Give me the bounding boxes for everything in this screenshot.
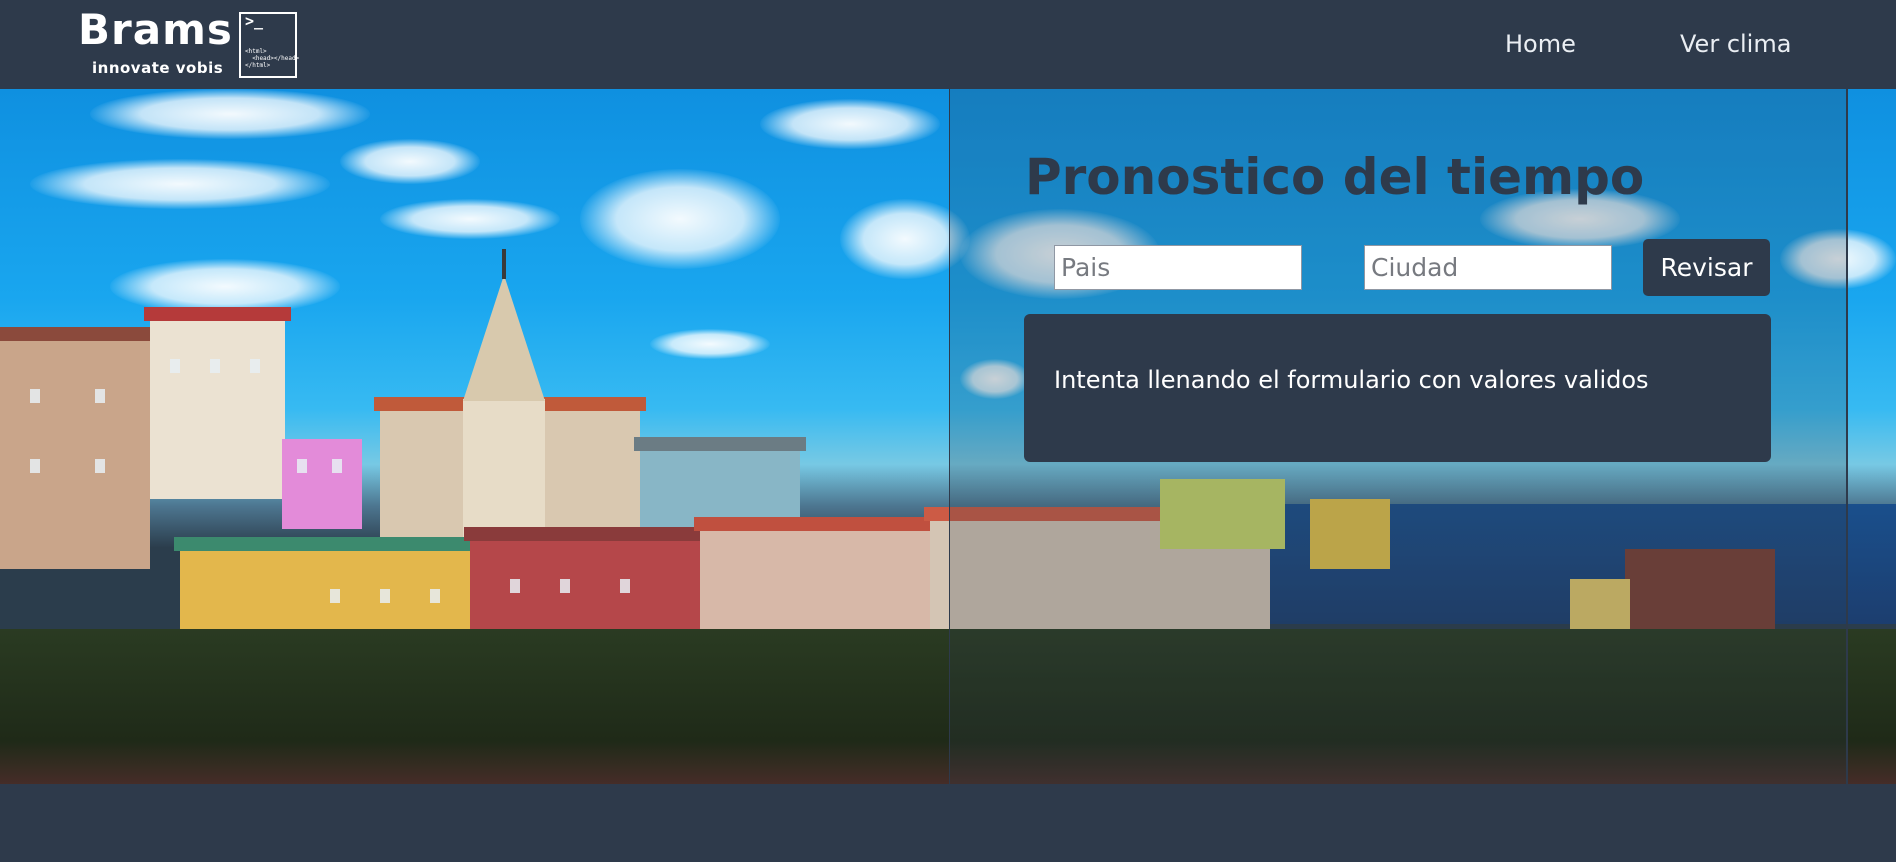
cloud [580,169,780,269]
code-line: <head></head> [245,55,300,62]
brand-logo[interactable]: Brams innovate vobis >_ <html> <head></h… [76,5,299,79]
church-spire [463,275,545,401]
church-cross [502,249,506,279]
nav-link-home[interactable]: Home [1505,30,1576,58]
cloud [30,159,330,209]
brand-name: Brams [78,5,233,54]
terminal-icon: >_ <html> <head></head> </html> [239,12,299,78]
forecast-result-card: Intenta llenando el formulario con valor… [1024,314,1771,462]
cloud [760,99,940,149]
code-line: </html> [245,62,271,69]
top-navbar: Brams innovate vobis >_ <html> <head></h… [0,0,1896,89]
footer [0,784,1896,862]
cloud [340,139,480,184]
cloud [90,89,370,139]
terminal-prompt: >_ [245,12,264,30]
terminal-code: <html> <head></head> </html> [245,48,299,69]
cloud [650,329,770,359]
code-line: <html> [245,48,267,55]
building [0,327,156,569]
cloud [380,199,560,239]
check-weather-button[interactable]: Revisar [1643,239,1770,296]
cloud [110,259,340,314]
city-input[interactable] [1364,245,1612,290]
building [282,439,362,529]
nav-link-ver-clima[interactable]: Ver clima [1680,30,1791,58]
result-message: Intenta llenando el formulario con valor… [1054,366,1649,394]
page-title: Pronostico del tiempo [1025,148,1645,206]
building [144,307,291,499]
country-input[interactable] [1054,245,1302,290]
brand-tagline: innovate vobis [92,59,224,77]
